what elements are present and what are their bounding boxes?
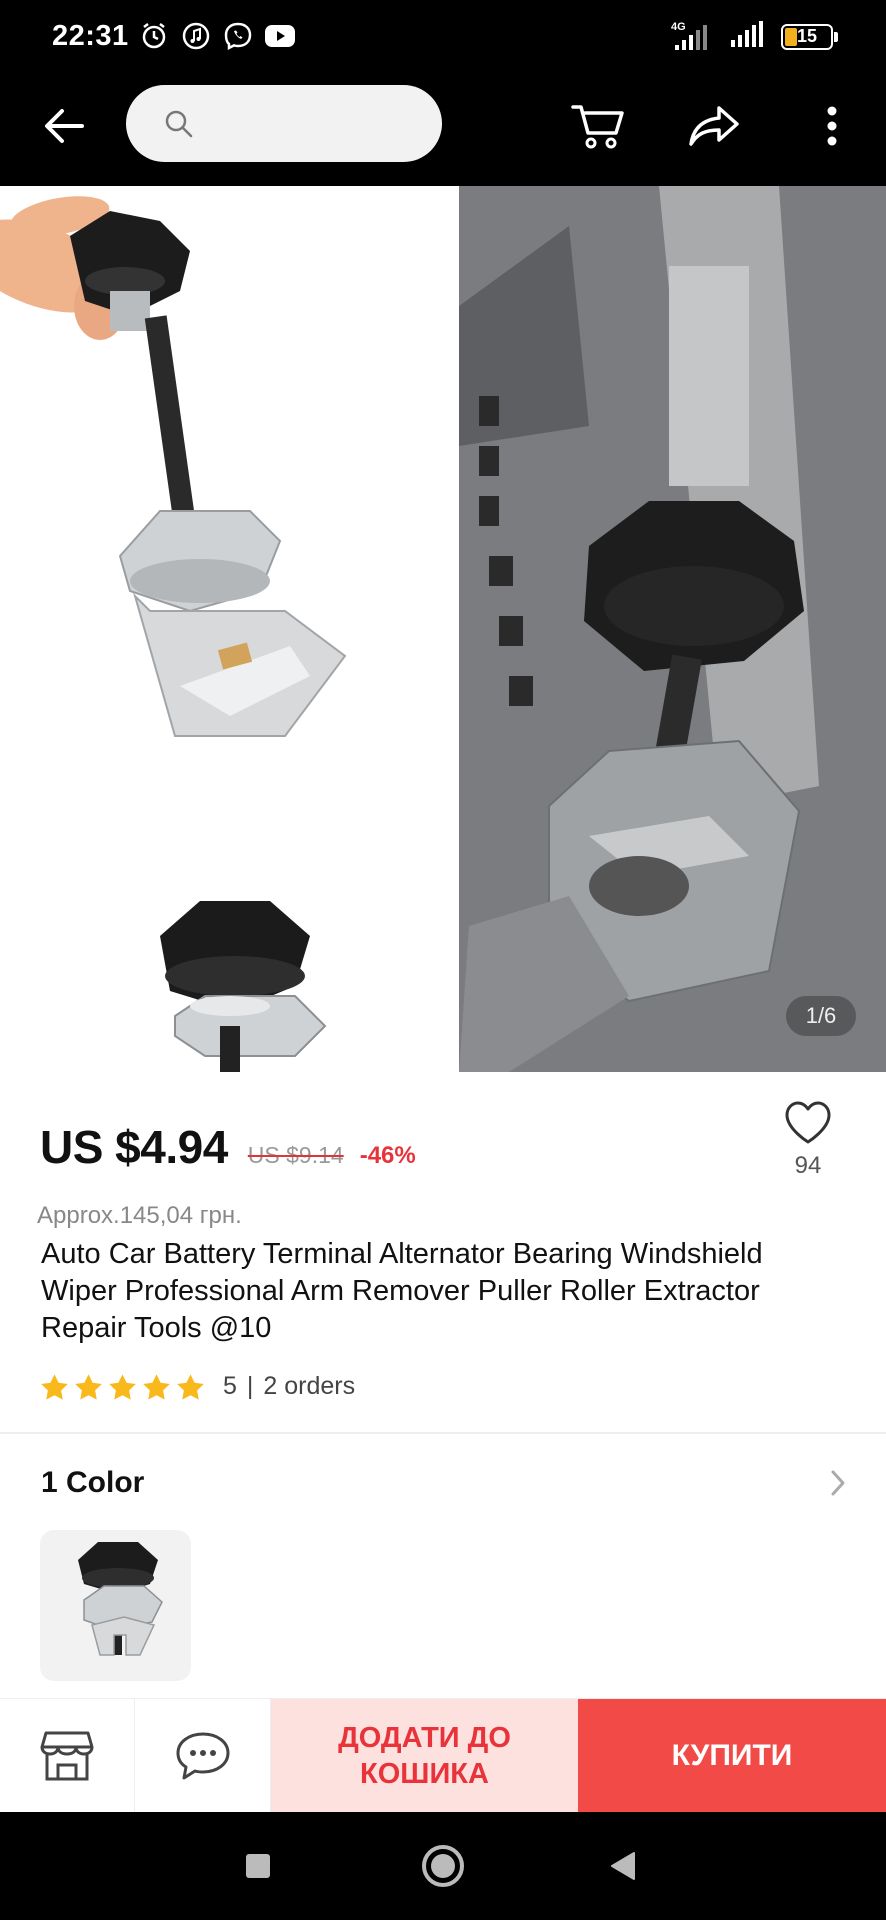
rating-stars <box>40 1373 205 1401</box>
battery-icon: 15 <box>781 23 838 50</box>
search-icon <box>165 110 193 137</box>
rating-separator: | <box>246 1372 254 1400</box>
alarm-icon <box>138 20 170 52</box>
orders-count: 2 orders <box>263 1372 356 1400</box>
current-price: US $4.94 <box>40 1121 228 1173</box>
notification-icons <box>138 20 296 52</box>
product-image-gallery[interactable]: 1/6 <box>0 186 886 1072</box>
music-icon <box>180 20 212 52</box>
share-button[interactable] <box>684 96 744 156</box>
square-icon <box>246 1854 270 1878</box>
chat-button[interactable] <box>136 1699 271 1813</box>
search-input[interactable] <box>208 109 428 138</box>
system-status-icons: 4G 15 <box>671 20 838 53</box>
search-bar[interactable] <box>126 85 442 162</box>
store-button[interactable] <box>0 1699 135 1813</box>
home-circle-icon <box>422 1845 464 1887</box>
battery-level: 15 <box>796 26 818 46</box>
rating-row[interactable]: 5 | 2 orders <box>40 1372 355 1401</box>
recent-apps-button[interactable] <box>230 1838 286 1894</box>
product-image-left <box>0 186 459 1072</box>
back-nav-button[interactable] <box>595 1838 651 1894</box>
more-button[interactable] <box>802 96 862 156</box>
add-to-cart-button[interactable]: ДОДАТИ ДО КОШИКА <box>271 1699 578 1813</box>
cart-icon <box>571 105 624 149</box>
bottom-action-bar: ДОДАТИ ДО КОШИКА КУПИТИ <box>0 1698 886 1813</box>
color-option-thumbnail[interactable] <box>40 1530 191 1681</box>
signal-icon <box>729 20 767 53</box>
more-vertical-icon <box>827 106 837 146</box>
star-icon <box>143 1373 170 1400</box>
product-image-right <box>459 186 886 1072</box>
star-icon <box>177 1373 204 1400</box>
viber-icon <box>222 20 254 52</box>
product-title: Auto Car Battery Terminal Alternator Bea… <box>41 1238 763 1344</box>
wishlist-count: 94 <box>794 1152 822 1179</box>
status-bar: 22:31 4G 15 <box>0 0 886 76</box>
cart-button[interactable] <box>568 96 628 156</box>
app-bar <box>0 76 886 186</box>
gallery-page-indicator: 1/6 <box>786 996 856 1036</box>
youtube-icon <box>264 20 296 52</box>
share-icon <box>689 106 739 146</box>
divider <box>0 1432 886 1434</box>
home-button[interactable] <box>415 1838 471 1894</box>
status-time: 22:31 <box>52 20 129 52</box>
system-navigation-bar <box>0 1812 886 1920</box>
wishlist-button[interactable]: 94 <box>776 1100 840 1180</box>
color-expand-button[interactable] <box>826 1466 850 1500</box>
store-icon <box>40 1731 94 1781</box>
original-price: US $9.14 <box>247 1142 344 1168</box>
back-arrow-icon <box>45 109 84 143</box>
approx-price: Approx.145,04 грн. <box>37 1202 242 1229</box>
buy-now-button[interactable]: КУПИТИ <box>578 1699 886 1813</box>
star-icon <box>41 1373 68 1400</box>
back-button[interactable] <box>36 98 92 154</box>
star-icon <box>109 1373 136 1400</box>
price-row: US $4.94 US $9.14 -46% <box>40 1120 416 1174</box>
heart-icon <box>785 1101 831 1144</box>
rating-value: 5 <box>223 1372 237 1400</box>
back-triangle-icon <box>611 1852 635 1880</box>
chevron-right-icon <box>831 1470 845 1496</box>
star-icon <box>75 1373 102 1400</box>
discount-badge: -46% <box>359 1142 416 1169</box>
chat-icon <box>176 1732 230 1780</box>
signal-icon: 4G <box>671 21 715 51</box>
color-section-title[interactable]: 1 Color <box>41 1466 144 1500</box>
